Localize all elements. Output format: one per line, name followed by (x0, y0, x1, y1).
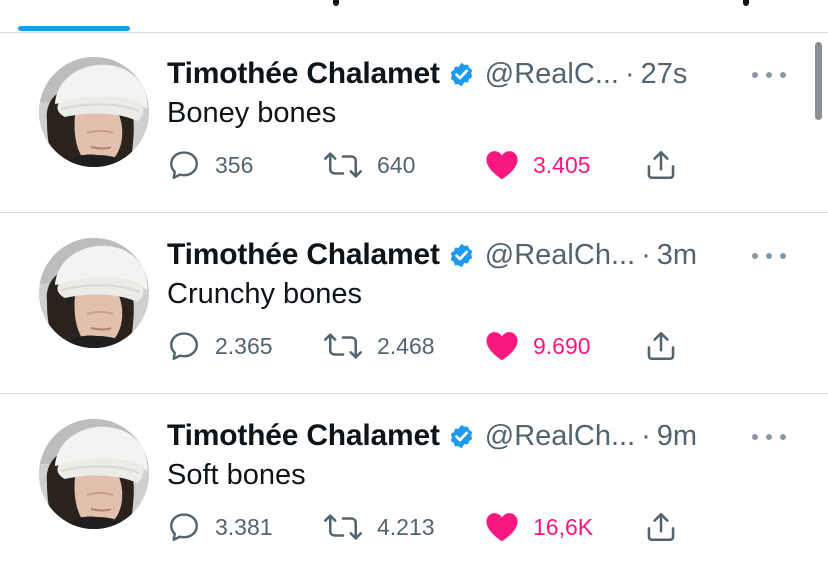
more-dot (752, 434, 758, 440)
more-dot (766, 72, 772, 78)
tweet-header: Timothée Chalamet @RealCh... · 3m (167, 236, 697, 274)
tab-label-fragment (333, 0, 339, 6)
author-name[interactable]: Timothée Chalamet (167, 238, 440, 272)
tweet-divider (0, 212, 828, 213)
tweet-header: Timothée Chalamet @RealCh... · 9m (167, 417, 697, 455)
more-icon[interactable] (752, 71, 786, 79)
verified-badge-icon (448, 61, 475, 88)
tweet-header: Timothée Chalamet @RealC... · 27s (167, 55, 687, 93)
share-button[interactable] (644, 145, 678, 185)
timestamp[interactable]: 3m (657, 239, 697, 272)
share-icon (644, 148, 678, 182)
more-dot (780, 253, 786, 259)
separator-dot: · (625, 57, 635, 90)
retweet-count: 640 (377, 151, 416, 178)
like-button[interactable]: 16,6K (485, 507, 593, 547)
like-count: 16,6K (533, 513, 594, 540)
like-button[interactable]: 3.405 (485, 145, 591, 185)
reply-count: 2.365 (215, 332, 273, 359)
timestamp[interactable]: 27s (641, 58, 688, 91)
reply-icon (167, 329, 201, 363)
timestamp[interactable]: 9m (657, 420, 697, 453)
tweet-actions: 2.365 2.468 9.690 (0, 326, 828, 366)
reply-count: 3.381 (215, 513, 273, 540)
share-icon (644, 510, 678, 544)
more-icon[interactable] (752, 252, 786, 260)
like-count: 9.690 (533, 332, 591, 359)
retweet-icon (323, 510, 363, 544)
retweet-button[interactable]: 4.213 (323, 507, 435, 547)
more-icon[interactable] (752, 433, 786, 441)
retweet-icon (323, 329, 363, 363)
reply-button[interactable]: 3.381 (167, 507, 273, 547)
tweet-actions: 3.381 4.213 16,6K (0, 507, 828, 547)
author-handle[interactable]: @RealCh... (485, 239, 635, 272)
more-dot (766, 434, 772, 440)
share-icon (644, 329, 678, 363)
separator-dot: · (641, 238, 651, 271)
retweet-button[interactable]: 640 (323, 145, 415, 185)
heart-icon (485, 330, 519, 362)
tweet-card[interactable]: Timothée Chalamet @RealC... · 27s Boney … (0, 33, 828, 213)
share-button[interactable] (644, 326, 678, 366)
tweet-card[interactable]: Timothée Chalamet @RealCh... · 3m Crunch… (0, 214, 828, 394)
heart-icon (485, 149, 519, 181)
more-dot (752, 72, 758, 78)
tab-label-fragment (743, 0, 749, 6)
retweet-icon (323, 148, 363, 182)
retweet-count: 2.468 (377, 332, 435, 359)
verified-badge-icon (448, 242, 475, 269)
active-tab-indicator (18, 26, 130, 31)
tweet-text: Boney bones (167, 97, 337, 129)
separator-dot: · (641, 419, 651, 452)
author-handle[interactable]: @RealCh... (485, 420, 635, 453)
more-dot (752, 253, 758, 259)
tab-bar (0, 0, 828, 33)
like-button[interactable]: 9.690 (485, 326, 591, 366)
author-handle[interactable]: @RealC... (485, 58, 619, 91)
tweet-actions: 356 640 3.405 (0, 145, 828, 185)
tweet-text: Soft bones (167, 459, 306, 491)
reply-icon (167, 148, 201, 182)
verified-badge-icon (448, 423, 475, 450)
author-name[interactable]: Timothée Chalamet (167, 419, 440, 453)
reply-count: 356 (215, 151, 254, 178)
tweet-card[interactable]: Timothée Chalamet @RealCh... · 9m Soft b… (0, 395, 828, 572)
tweet-divider (0, 393, 828, 394)
like-count: 3.405 (533, 151, 591, 178)
retweet-button[interactable]: 2.468 (323, 326, 435, 366)
author-name[interactable]: Timothée Chalamet (167, 57, 440, 91)
more-dot (766, 253, 772, 259)
more-dot (780, 72, 786, 78)
reply-button[interactable]: 356 (167, 145, 253, 185)
tweet-text: Crunchy bones (167, 278, 363, 310)
retweet-count: 4.213 (377, 513, 435, 540)
reply-button[interactable]: 2.365 (167, 326, 273, 366)
heart-icon (485, 511, 519, 543)
timeline-screen: Timothée Chalamet @RealC... · 27s Boney … (0, 0, 828, 572)
share-button[interactable] (644, 507, 678, 547)
more-dot (780, 434, 786, 440)
reply-icon (167, 510, 201, 544)
